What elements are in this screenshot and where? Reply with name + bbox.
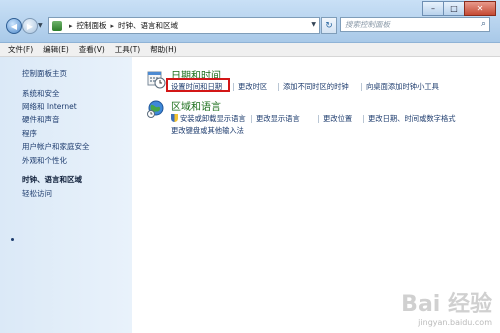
watermark-url: jingyan.baidu.com: [418, 318, 492, 327]
window-controls: – □ ✕: [422, 1, 496, 16]
link-change-display-language[interactable]: 更改显示语言: [251, 114, 300, 124]
breadcrumb-separator: ▸: [110, 21, 115, 30]
link-install-display-language[interactable]: 安装或卸载显示语言: [171, 114, 246, 124]
control-panel-window: – □ ✕ ◀ ▶ ▼ ▸ 控制面板 ▸ 时钟、语言和区域 ▼ ↻ 搜索控制面板…: [0, 0, 500, 333]
sidebar-item-network[interactable]: 网络和 Internet: [22, 101, 77, 112]
uac-shield-icon: [171, 114, 178, 122]
link-change-formats[interactable]: 更改日期、时间或数字格式: [363, 114, 456, 124]
link-install-display-language-label: 安装或卸载显示语言: [180, 114, 246, 123]
link-change-keyboards[interactable]: 更改键盘或其他输入法: [171, 126, 244, 136]
menu-view[interactable]: 查看(V): [79, 44, 105, 55]
close-button[interactable]: ✕: [464, 1, 496, 16]
sidebar-item-hardware-sound[interactable]: 硬件和声音: [22, 114, 60, 125]
link-change-location[interactable]: 更改位置: [317, 114, 352, 124]
breadcrumb-clock-language-region[interactable]: 时钟、语言和区域: [118, 20, 178, 31]
region-language-heading[interactable]: 区域和语言: [171, 98, 221, 113]
recent-pages-dropdown-icon[interactable]: ▼: [38, 22, 43, 29]
highlight-box: [166, 78, 230, 92]
minimize-button[interactable]: –: [422, 1, 444, 16]
search-placeholder: 搜索控制面板: [345, 20, 390, 29]
menu-help[interactable]: 帮助(H): [150, 44, 177, 55]
sidebar-item-programs[interactable]: 程序: [22, 128, 37, 139]
menu-edit[interactable]: 编辑(E): [43, 44, 69, 55]
selected-bullet-icon: [11, 238, 14, 241]
sidebar-item-appearance[interactable]: 外观和个性化: [22, 155, 67, 166]
menu-file[interactable]: 文件(F): [8, 44, 33, 55]
sidebar-item-clock-language-region[interactable]: 时钟、语言和区域: [22, 174, 82, 185]
address-bar[interactable]: ▸ 控制面板 ▸ 时钟、语言和区域 ▼: [48, 17, 320, 34]
globe-clock-icon[interactable]: [146, 99, 166, 119]
maximize-button[interactable]: □: [443, 1, 465, 16]
link-add-clocks[interactable]: 添加不同时区的时钟: [278, 82, 349, 92]
address-dropdown-icon[interactable]: ▼: [311, 21, 316, 28]
link-change-timezone[interactable]: 更改时区: [232, 82, 267, 92]
calendar-clock-icon[interactable]: [146, 69, 166, 89]
menu-tools[interactable]: 工具(T): [115, 44, 140, 55]
search-icon[interactable]: ⌕: [481, 19, 486, 29]
menu-bar: 文件(F) 编辑(E) 查看(V) 工具(T) 帮助(H): [0, 43, 500, 57]
sidebar-item-system-security[interactable]: 系统和安全: [22, 88, 60, 99]
sidebar-item-user-accounts[interactable]: 用户帐户和家庭安全: [22, 141, 90, 152]
refresh-button[interactable]: ↻: [321, 17, 337, 34]
link-add-clock-gadget[interactable]: 向桌面添加时钟小工具: [361, 82, 439, 92]
back-button[interactable]: ◀: [6, 18, 22, 34]
watermark-brand: Bai 经验: [401, 292, 492, 317]
sidebar: 控制面板主页 系统和安全 网络和 Internet 硬件和声音 程序 用户帐户和…: [0, 57, 132, 333]
baidu-watermark: Bai 经验 jingyan.baidu.com: [401, 286, 492, 327]
sidebar-home-link[interactable]: 控制面板主页: [22, 68, 67, 79]
forward-button[interactable]: ▶: [22, 18, 38, 34]
control-panel-icon: [52, 20, 62, 31]
breadcrumb-separator: ▸: [69, 21, 73, 30]
title-address-bar: – □ ✕ ◀ ▶ ▼ ▸ 控制面板 ▸ 时钟、语言和区域 ▼ ↻ 搜索控制面板…: [0, 0, 500, 43]
sidebar-item-ease-of-access[interactable]: 轻松访问: [22, 188, 52, 199]
breadcrumb-control-panel[interactable]: 控制面板: [77, 20, 107, 31]
search-input[interactable]: 搜索控制面板 ⌕: [340, 17, 490, 32]
